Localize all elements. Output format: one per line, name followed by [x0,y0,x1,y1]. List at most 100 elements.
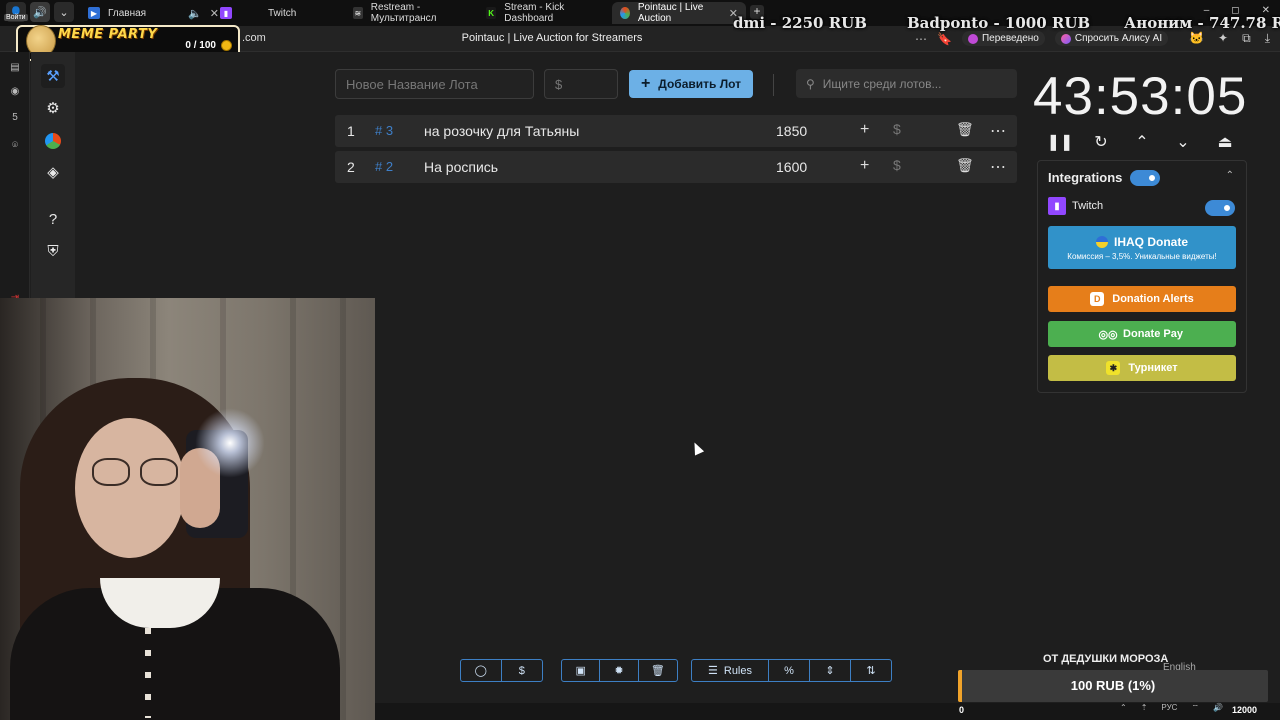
donation-alerts-icon: D [1090,292,1105,306]
github-icon[interactable]: ◯ [461,660,502,681]
number-five-icon[interactable]: 5 [8,110,22,124]
add-lot-label: Добавить Лот [658,77,742,91]
pause-icon[interactable]: ❚❚ [1047,130,1074,154]
eject-icon[interactable]: ⏏ [1213,130,1237,154]
reset-icon[interactable]: ↻ [1089,130,1113,154]
donation-goal-bar: 100 RUB (1%) [958,670,1268,702]
sort-icon[interactable]: ⇅ [851,660,891,681]
webcam-feed [0,298,375,720]
more-options-icon[interactable]: ⋯ [990,157,1006,177]
help-icon[interactable]: ? [41,207,65,231]
collapse-chevron-icon[interactable]: ⌃ [1226,170,1234,181]
tab-pointauc[interactable]: Pointauc | Live Auction ✕ [612,2,746,24]
auction-timer: 43:53:05 [1033,67,1248,126]
twitch-integration: ▮ Twitch [1048,197,1103,215]
lot-name-input[interactable]: Новое Название Лота [335,69,534,99]
tabs-dropdown-icon[interactable]: ⌄ [54,2,74,22]
ask-alice-label: Спросить Алису AI [1074,33,1163,44]
chevron-up-icon[interactable]: ⌃ [1120,703,1127,713]
rules-button[interactable]: ☰ Rules [692,660,769,681]
muted-speaker-icon[interactable]: 🔈 [188,7,202,20]
goal-text: 100 RUB (1%) [1070,678,1156,693]
donate-pay-button[interactable]: ◎◎ Donate Pay [1048,321,1236,347]
tab-label: Pointauc | Live Auction [637,2,704,24]
tray-language[interactable]: РУС [1161,703,1177,713]
tab-label: Twitch [268,7,297,19]
lot-name[interactable]: На роспись [424,159,498,175]
plus-icon: + [640,75,651,92]
coin-icon [221,40,232,51]
pointauc-icon [620,7,630,19]
ihaq-subtitle: Комиссия – 3,5%. Уникальные виджеты! [1067,251,1217,261]
app-navigation: ⚒ ⚙ ◈ ? ⛨ [31,52,75,302]
more-options-icon[interactable]: ⋯ [990,121,1006,141]
twitch-label: Twitch [1072,200,1104,212]
add-lot-button[interactable]: + Добавить Лот [629,70,753,98]
wheel-chart-icon[interactable] [41,129,65,153]
meme-party-count: 0 / 100 [185,40,216,51]
integrations-toggle[interactable] [1130,170,1160,186]
lot-search-input[interactable]: ⚲ Ищите среди лотов... [796,69,1017,98]
twitch-toggle[interactable] [1205,200,1235,216]
donation-alerts-button[interactable]: D Donation Alerts [1048,286,1236,312]
tab-kick[interactable]: K Stream - Kick Dashboard [478,2,608,24]
delete-trash-icon[interactable]: 🗑 [956,157,974,174]
toolbar-divider [773,74,774,96]
dollar-icon[interactable]: $ [893,157,901,173]
chevron-up-icon[interactable]: ⌃ [1130,130,1154,154]
lot-name[interactable]: на розочку для Татьяны [424,123,579,139]
donation-item: Аноним - 747.78 R [1124,14,1280,32]
donate-dollar-icon[interactable]: $ [502,660,543,681]
lot-amount[interactable]: 1600 [776,159,807,175]
clear-trash-icon[interactable]: 🗑 [639,660,677,681]
alice-icon [1060,33,1071,44]
wifi-icon[interactable]: ⌔ [1191,703,1199,713]
add-amount-plus-icon[interactable]: + [860,121,869,139]
lot-id[interactable]: # 3 [375,123,393,138]
twitch-icon: ▮ [1048,197,1066,215]
lot-amount[interactable]: 1850 [776,123,807,139]
percent-icon[interactable]: % [769,660,810,681]
video-icon[interactable]: ◉ [8,84,22,98]
dollar-icon[interactable]: $ [893,121,901,137]
sound-icon[interactable]: 🔊 [30,2,50,22]
list-icon: ☰ [708,665,718,677]
donation-item: dmi - 2250 RUB [733,14,867,32]
lot-row[interactable]: 2 # 2 На роспись 1600 + $ 🗑 ⋯ [335,151,1017,183]
tab-main[interactable]: ▶ Главная [80,2,180,24]
add-amount-plus-icon[interactable]: + [860,157,869,175]
delete-trash-icon[interactable]: 🗑 [956,121,974,138]
lot-row[interactable]: 1 # 3 на розочку для Татьяны 1850 + $ 🗑 … [335,115,1017,147]
donate-pay-label: Donate Pay [1123,328,1183,340]
layers-icon[interactable]: ◈ [41,160,65,184]
twitch-icon: ▮ [220,7,232,19]
restream-icon: ≋ [353,7,363,19]
turniket-button[interactable]: ✱ Турникет [1048,355,1236,381]
settings-gear-icon[interactable]: ⚙ [41,96,65,120]
footer-group-tools: ▣ ✹ 🗑 [561,659,678,682]
auction-gavel-icon[interactable]: ⚒ [41,64,65,88]
meme-party-title: MEME PARTY [58,27,158,42]
chevron-down-icon[interactable]: ⌄ [1171,130,1195,154]
tab-twitch[interactable]: ▮ Twitch [212,2,342,24]
split-icon[interactable]: ⇕ [810,660,851,681]
ihaq-donate-button[interactable]: IHAQ Donate Комиссия – 3,5%. Уникальные … [1048,226,1236,269]
shield-icon[interactable]: ⛨ [41,239,65,263]
tab-restream[interactable]: ≋ Restream - Мультитрансл [345,2,475,24]
lot-id[interactable]: # 2 [375,159,393,174]
donation-alerts-label: Donation Alerts [1112,293,1194,305]
ihaq-label: IHAQ Donate [1113,234,1188,249]
bug-icon[interactable]: ✹ [600,660,639,681]
goal-title: ОТ ДЕДУШКИ МОРОЗА [1043,653,1169,665]
network-icon[interactable]: ⇡ [1141,703,1148,713]
lot-amount-input[interactable]: $ [544,69,618,99]
tab-muted-controls: 🔈 ✕ [180,2,219,24]
ukraine-flag-icon [1095,235,1108,248]
system-tray: ⌃ ⇡ РУС ⌔ 🔊 [1120,703,1223,713]
screenshot-icon[interactable]: ⌾ [8,138,22,152]
notes-icon[interactable]: ▤ [8,60,22,74]
volume-icon[interactable]: 🔊 [1213,703,1223,713]
save-icon[interactable]: ▣ [562,660,601,681]
play-icon: ▶ [88,7,100,19]
login-badge[interactable]: Войти [4,14,28,21]
